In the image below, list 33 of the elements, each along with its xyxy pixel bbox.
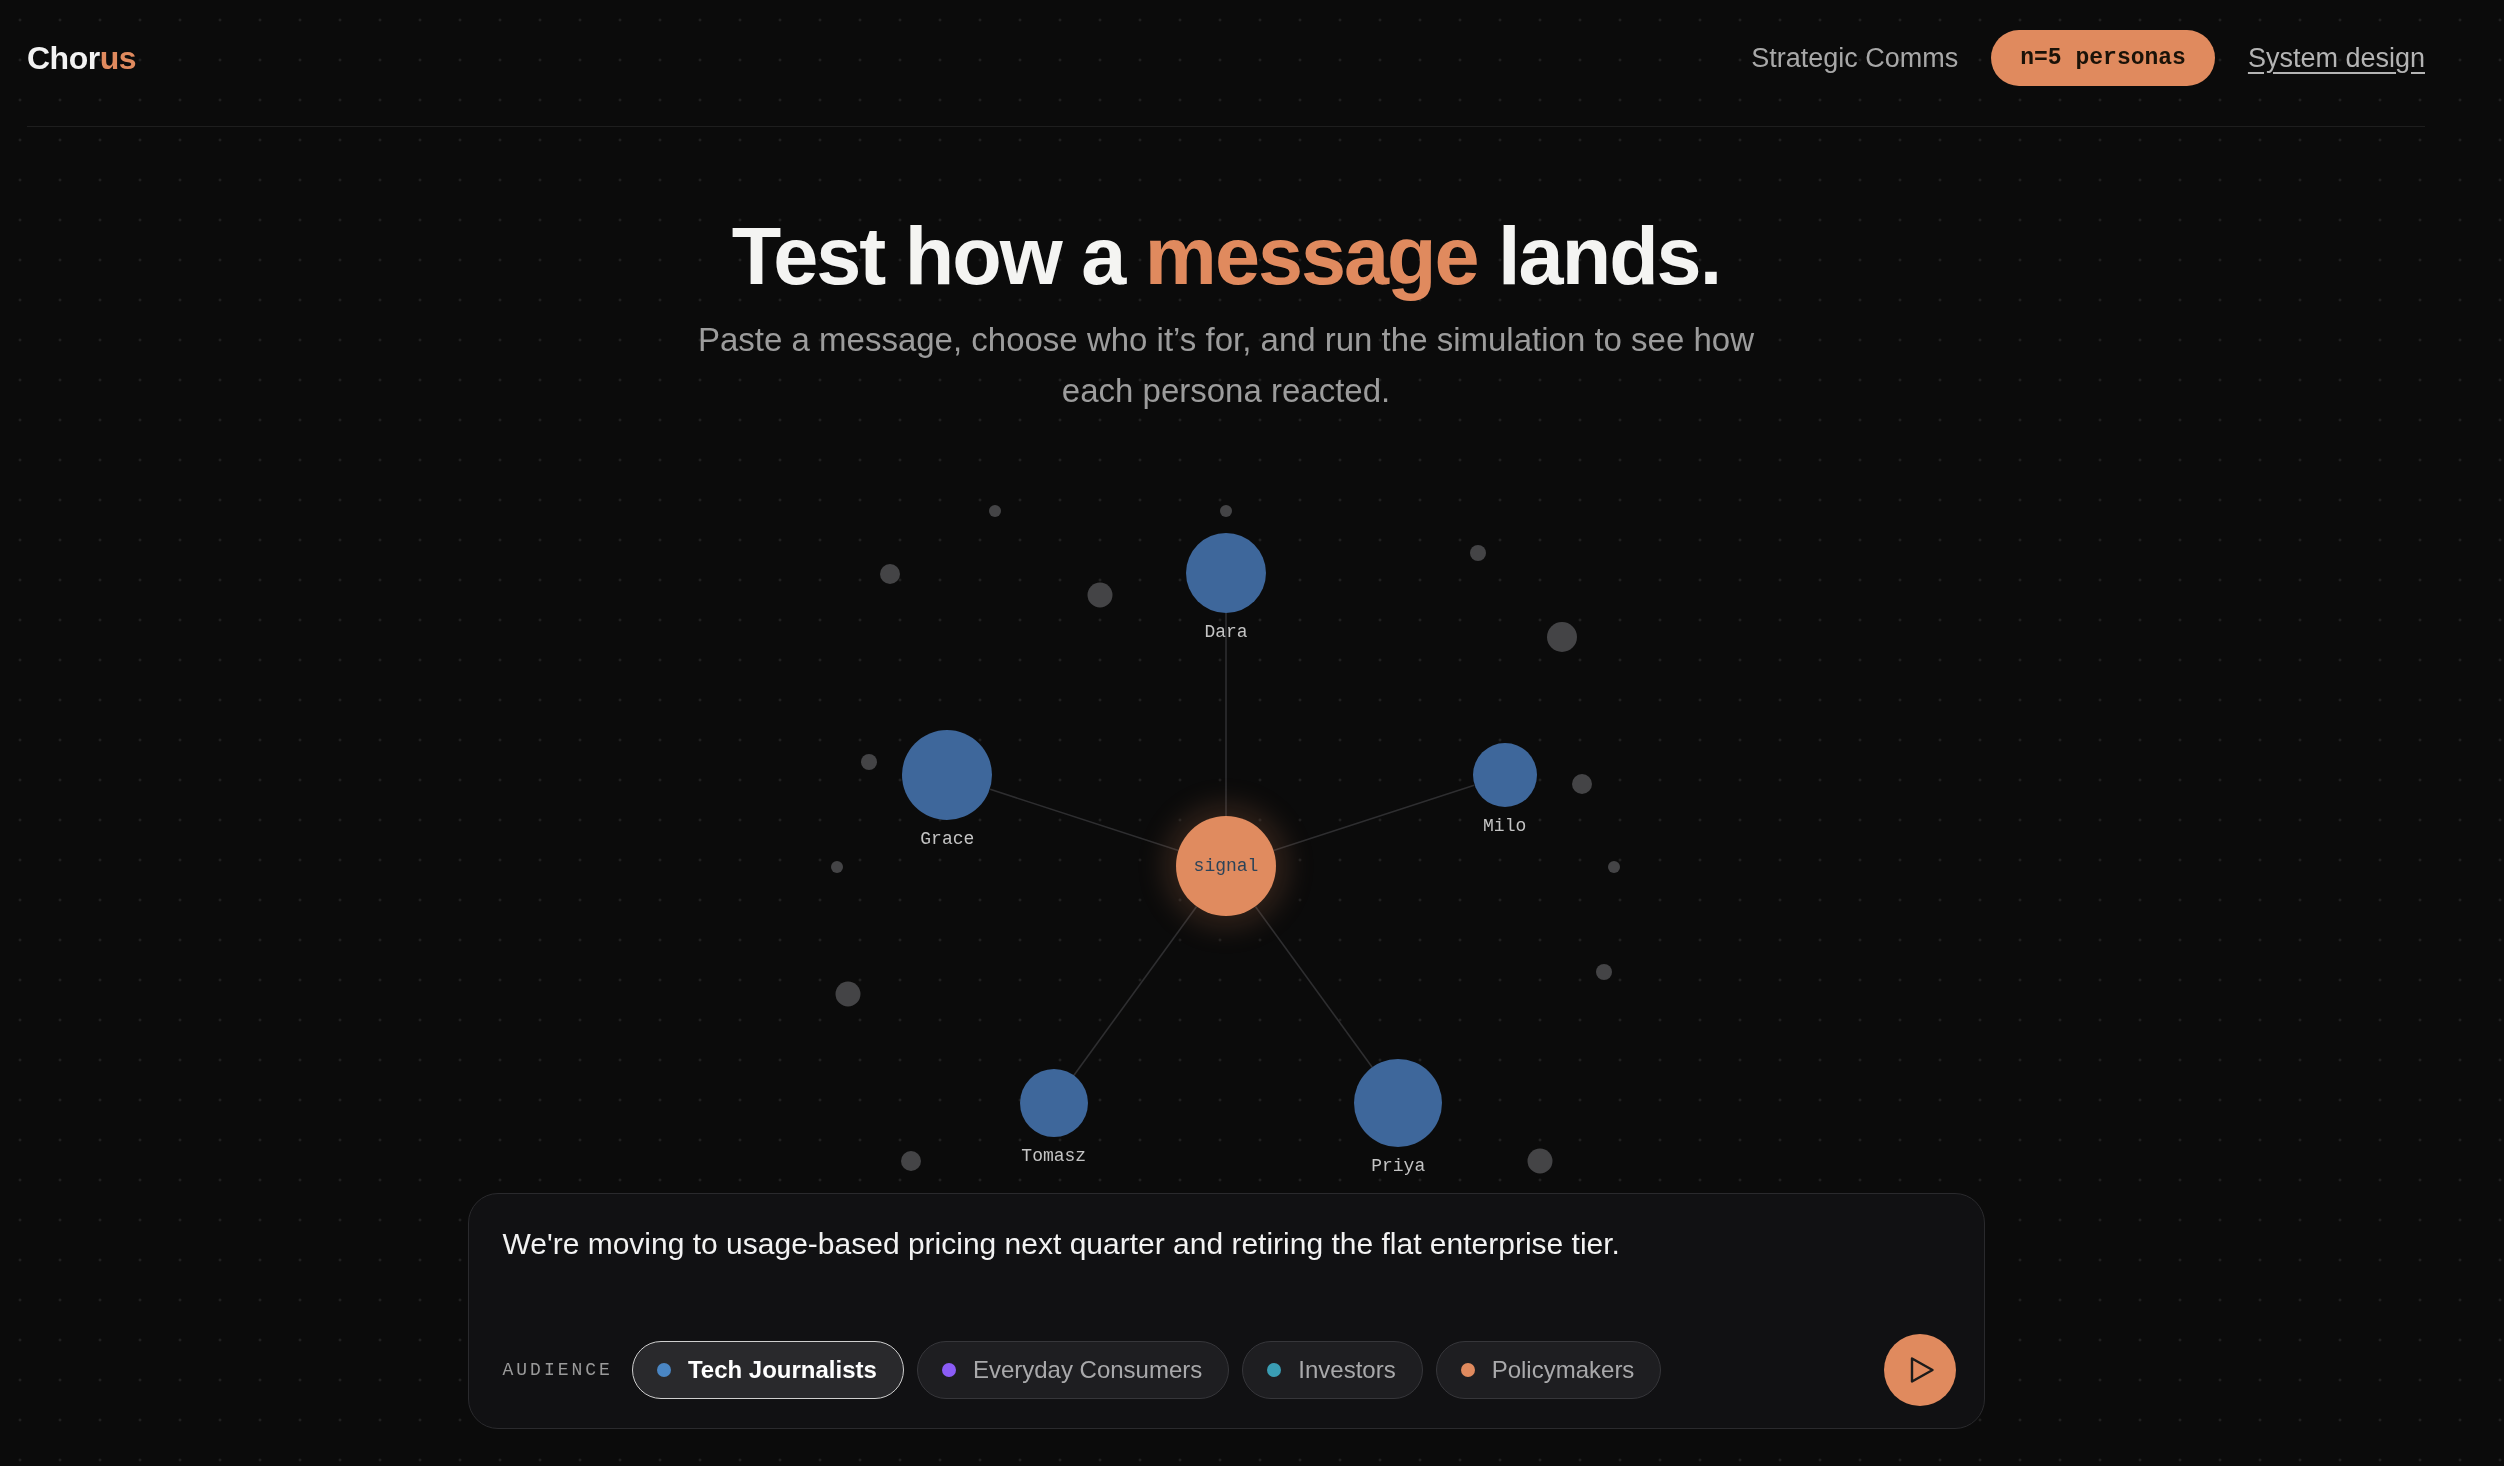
particle-dot (1220, 505, 1232, 517)
particle-dot (880, 564, 900, 584)
logo[interactable]: Chorus (27, 39, 136, 77)
particle-dot (835, 981, 861, 1007)
page-subtitle: Paste a message, choose who it’s for, and run the simulation to see how each persona reacted. (697, 320, 1755, 411)
particle-dot (989, 505, 1001, 517)
persona-label: Milo (1483, 815, 1527, 838)
audience-chip[interactable]: Everyday Consumers (916, 1341, 1230, 1399)
particle-dot (1087, 582, 1113, 608)
particle-dot (1547, 622, 1577, 652)
particle-dot (1470, 545, 1486, 561)
persona-label: Priya (1371, 1155, 1426, 1178)
particle-dot (1596, 964, 1612, 980)
particle-dot (1572, 774, 1592, 794)
persona-label: Dara (1204, 621, 1248, 643)
particle-dot (861, 754, 877, 770)
nav-link[interactable]: Strategic Comms (1751, 42, 1959, 74)
page-title: Test how a message lands. (731, 212, 1721, 301)
audience-label: AUDIENCE (502, 1360, 613, 1380)
signal-node: signal (1176, 816, 1276, 916)
audience-chip[interactable]: Tech Journalists (631, 1341, 904, 1399)
audience-chip[interactable]: Policymakers (1435, 1341, 1662, 1399)
persona-count-badge: n=5 personas (1991, 30, 2215, 86)
particle-dot (1527, 1148, 1553, 1174)
persona-label: Tomasz (1021, 1145, 1087, 1168)
play-icon (1910, 1357, 1934, 1383)
particle-dot (901, 1151, 921, 1171)
particle-dot (831, 861, 843, 873)
particle-dot (1608, 861, 1620, 873)
nav-link[interactable]: System design (2247, 42, 2425, 74)
persona-label: Grace (920, 828, 975, 851)
audience-chip[interactable]: Investors (1242, 1341, 1423, 1399)
message-field[interactable]: We're moving to usage-based pricing next quarter and retiring the flat enterprise tier. (502, 1225, 1956, 1263)
